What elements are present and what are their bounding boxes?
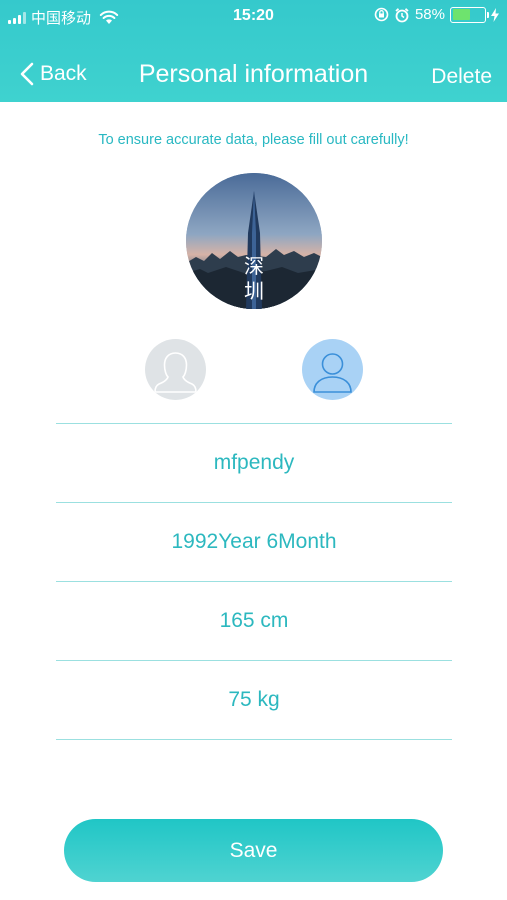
female-avatar-icon bbox=[154, 352, 197, 393]
avatar-photo: 深 圳 bbox=[186, 173, 322, 309]
charging-icon bbox=[491, 7, 499, 22]
weight-field[interactable]: 75 kg bbox=[56, 661, 452, 739]
header: 中国移动 15:20 58% Back Personal information… bbox=[0, 0, 507, 102]
gender-male-button[interactable] bbox=[302, 339, 363, 400]
save-button[interactable]: Save bbox=[64, 819, 443, 882]
orientation-lock-icon bbox=[374, 7, 389, 22]
gender-female-button[interactable] bbox=[145, 339, 206, 400]
avatar-overlay-text-2: 圳 bbox=[244, 279, 264, 303]
notice-text: To ensure accurate data, please fill out… bbox=[98, 132, 409, 148]
alarm-icon bbox=[395, 7, 409, 22]
height-field[interactable]: 165 cm bbox=[56, 582, 452, 660]
profile-fields: mfpendy 1992Year 6Month 165 cm 75 kg bbox=[56, 423, 452, 740]
nickname-field[interactable]: mfpendy bbox=[56, 424, 452, 502]
avatar-overlay-text-1: 深 bbox=[244, 254, 264, 278]
status-right: 58% bbox=[374, 6, 499, 23]
birth-date-field[interactable]: 1992Year 6Month bbox=[56, 503, 452, 581]
divider bbox=[56, 739, 452, 740]
status-bar: 中国移动 15:20 58% bbox=[0, 0, 507, 32]
nav-bar: Back Personal information Delete bbox=[0, 56, 507, 100]
male-avatar-icon bbox=[313, 353, 352, 393]
avatar[interactable]: 深 圳 bbox=[186, 173, 322, 309]
battery-percent: 58% bbox=[414, 6, 445, 23]
battery-icon bbox=[450, 6, 489, 23]
delete-button[interactable]: Delete bbox=[431, 65, 492, 89]
